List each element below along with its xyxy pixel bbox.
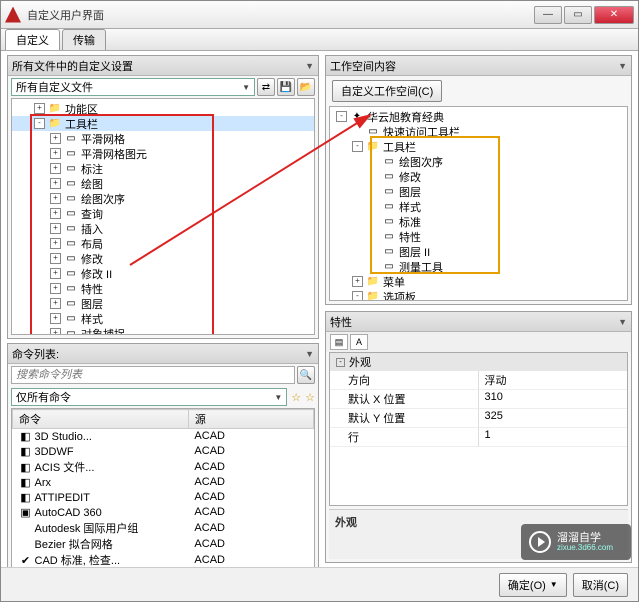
tree-item[interactable]: +▭绘图次序 bbox=[12, 191, 314, 206]
tabs: 自定义 传输 bbox=[1, 29, 638, 51]
tree-item[interactable]: ▭标准 bbox=[330, 214, 627, 229]
ok-button[interactable]: 确定(O)▼ bbox=[499, 573, 567, 597]
tree-item[interactable]: -📁工具栏 bbox=[330, 139, 627, 154]
tree-item[interactable]: +▭特性 bbox=[12, 281, 314, 296]
tree-item[interactable]: ▭图层 bbox=[330, 184, 627, 199]
cancel-button[interactable]: 取消(C) bbox=[573, 573, 628, 597]
tree-item[interactable]: +▭平滑网格图元 bbox=[12, 146, 314, 161]
tree-item[interactable]: +▭样式 bbox=[12, 311, 314, 326]
right-column: 工作空间内容 ▼ 自定义工作空间(C) -✦华云旭教育经典▭快速访问工具栏-📁工… bbox=[325, 55, 632, 563]
file-select[interactable]: 所有自定义文件 ▼ bbox=[11, 78, 255, 96]
property-row[interactable]: 行1 bbox=[330, 428, 627, 447]
tree-item[interactable]: +▭布局 bbox=[12, 236, 314, 251]
star-icon[interactable]: ☆ bbox=[291, 391, 301, 404]
chevron-down-icon: ▼ bbox=[274, 393, 282, 402]
property-row[interactable]: 默认 Y 位置325 bbox=[330, 409, 627, 428]
minimize-button[interactable]: — bbox=[534, 6, 562, 24]
collapse-icon[interactable]: ▼ bbox=[305, 61, 314, 71]
tree-item[interactable]: +▭修改 bbox=[12, 251, 314, 266]
search-button[interactable]: 🔍 bbox=[297, 366, 315, 384]
main-window: 自定义用户界面 — ▭ ✕ 自定义 传输 所有文件中的自定义设置 ▼ 所有自定义… bbox=[0, 0, 639, 602]
tree-item[interactable]: ▭特性 bbox=[330, 229, 627, 244]
chevron-down-icon: ▼ bbox=[242, 83, 250, 92]
content-area: 所有文件中的自定义设置 ▼ 所有自定义文件 ▼ ⇄ 💾 📂 +📁功能区-📁工具栏… bbox=[1, 51, 638, 567]
command-search-input[interactable] bbox=[11, 366, 295, 384]
collapse-icon[interactable]: ▼ bbox=[305, 349, 314, 359]
save-button[interactable]: 💾 bbox=[277, 78, 295, 96]
tree-item[interactable]: ▭测量工具 bbox=[330, 259, 627, 274]
col-source[interactable]: 源 bbox=[188, 410, 313, 429]
dialog-footer: 确定(O)▼ 取消(C) bbox=[1, 567, 638, 601]
panel-workspace-content: 工作空间内容 ▼ 自定义工作空间(C) -✦华云旭教育经典▭快速访问工具栏-📁工… bbox=[325, 55, 632, 305]
tree-item[interactable]: ▭样式 bbox=[330, 199, 627, 214]
property-row[interactable]: 默认 X 位置310 bbox=[330, 390, 627, 409]
panel-title: 工作空间内容 bbox=[330, 58, 396, 74]
app-icon bbox=[5, 7, 21, 23]
transfer-button[interactable]: ⇄ bbox=[257, 78, 275, 96]
panel-command-list: 命令列表: ▼ 🔍 仅所有命令 ▼ ☆ ☆ bbox=[7, 343, 319, 567]
tree-item[interactable]: -✦华云旭教育经典 bbox=[330, 109, 627, 124]
panel-title: 所有文件中的自定义设置 bbox=[12, 58, 133, 74]
sort-categorized-button[interactable]: ▤ bbox=[330, 334, 348, 350]
close-button[interactable]: ✕ bbox=[594, 6, 634, 24]
command-row[interactable]: ✔CAD 标准, 检查...ACAD bbox=[13, 552, 314, 568]
command-row[interactable]: ▣AutoCAD 360ACAD bbox=[13, 505, 314, 520]
tree-item[interactable]: +▭插入 bbox=[12, 221, 314, 236]
window-title: 自定义用户界面 bbox=[27, 7, 532, 23]
sort-alpha-button[interactable]: A bbox=[350, 334, 368, 350]
tree-item[interactable]: +▭标注 bbox=[12, 161, 314, 176]
tree-item[interactable]: -📁工具栏 bbox=[12, 116, 314, 131]
command-row[interactable]: ◧ArxACAD bbox=[13, 475, 314, 490]
command-row[interactable]: ◧ACIS 文件...ACAD bbox=[13, 459, 314, 475]
panel-title: 命令列表: bbox=[12, 346, 59, 362]
tree-item[interactable]: ▭快速访问工具栏 bbox=[330, 124, 627, 139]
panel-title: 特性 bbox=[330, 314, 352, 330]
tree-item[interactable]: +▭图层 bbox=[12, 296, 314, 311]
maximize-button[interactable]: ▭ bbox=[564, 6, 592, 24]
tree-item[interactable]: -📁选项板 bbox=[330, 289, 627, 301]
tree-item[interactable]: +▭平滑网格 bbox=[12, 131, 314, 146]
tree-item[interactable]: +📁菜单 bbox=[330, 274, 627, 289]
open-button[interactable]: 📂 bbox=[297, 78, 315, 96]
customization-tree[interactable]: +📁功能区-📁工具栏+▭平滑网格+▭平滑网格图元+▭标注+▭绘图+▭绘图次序+▭… bbox=[11, 98, 315, 335]
tab-transfer[interactable]: 传输 bbox=[62, 29, 106, 50]
customize-workspace-button[interactable]: 自定义工作空间(C) bbox=[332, 80, 442, 102]
collapse-icon[interactable]: ▼ bbox=[618, 317, 627, 327]
tree-item[interactable]: ▭修改 bbox=[330, 169, 627, 184]
titlebar: 自定义用户界面 — ▭ ✕ bbox=[1, 1, 638, 29]
command-filter-select[interactable]: 仅所有命令 ▼ bbox=[11, 388, 287, 406]
tree-item[interactable]: +▭查询 bbox=[12, 206, 314, 221]
property-grid[interactable]: - 外观 方向浮动默认 X 位置310默认 Y 位置325行1 bbox=[329, 352, 628, 506]
play-icon bbox=[529, 531, 551, 553]
command-row[interactable]: ◧3D Studio...ACAD bbox=[13, 429, 314, 444]
tree-item[interactable]: ▭绘图次序 bbox=[330, 154, 627, 169]
tree-item[interactable]: +▭修改 II bbox=[12, 266, 314, 281]
command-row[interactable]: ◧3DDWFACAD bbox=[13, 444, 314, 459]
tree-item[interactable]: +📁功能区 bbox=[12, 101, 314, 116]
col-command[interactable]: 命令 bbox=[13, 410, 189, 429]
collapse-icon[interactable]: ▼ bbox=[618, 61, 627, 71]
command-row[interactable]: Autodesk 国际用户组ACAD bbox=[13, 520, 314, 536]
left-column: 所有文件中的自定义设置 ▼ 所有自定义文件 ▼ ⇄ 💾 📂 +📁功能区-📁工具栏… bbox=[7, 55, 319, 563]
panel-all-customizations: 所有文件中的自定义设置 ▼ 所有自定义文件 ▼ ⇄ 💾 📂 +📁功能区-📁工具栏… bbox=[7, 55, 319, 339]
command-row[interactable]: ◧ATTIPEDITACAD bbox=[13, 490, 314, 505]
property-group[interactable]: - 外观 bbox=[330, 353, 627, 371]
star-icon[interactable]: ☆ bbox=[305, 391, 315, 404]
property-row[interactable]: 方向浮动 bbox=[330, 371, 627, 390]
command-row[interactable]: Bezier 拟合网格ACAD bbox=[13, 536, 314, 552]
watermark: 溜溜自学 zixue.3d66.com bbox=[521, 524, 631, 560]
tree-item[interactable]: +▭绘图 bbox=[12, 176, 314, 191]
command-table[interactable]: 命令 源 ◧3D Studio...ACAD◧3DDWFACAD◧ACIS 文件… bbox=[11, 408, 315, 567]
workspace-tree[interactable]: -✦华云旭教育经典▭快速访问工具栏-📁工具栏▭绘图次序▭修改▭图层▭样式▭标准▭… bbox=[329, 106, 628, 301]
tab-customize[interactable]: 自定义 bbox=[5, 29, 60, 50]
tree-item[interactable]: +▭对象捕捉 bbox=[12, 326, 314, 335]
tree-item[interactable]: ▭图层 II bbox=[330, 244, 627, 259]
